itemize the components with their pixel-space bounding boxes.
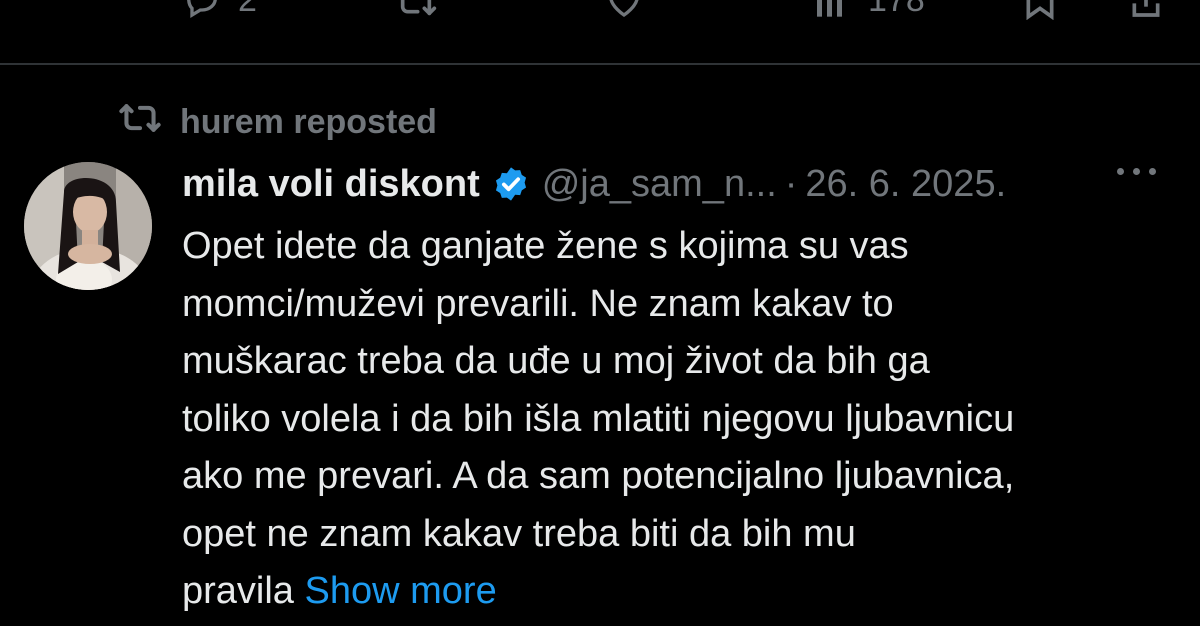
tweet-text-line: toliko volela i da bih išla mlatiti njeg… bbox=[182, 397, 1015, 440]
tweet-date[interactable]: 26. 6. 2025. bbox=[805, 163, 1006, 206]
tweet-divider bbox=[0, 63, 1200, 65]
tweet-text-line: muškarac treba da uđe u moj život da bih… bbox=[182, 340, 930, 382]
bookmark-button[interactable] bbox=[1020, 0, 1060, 30]
repost-label: hurem reposted bbox=[180, 102, 437, 141]
reply-icon bbox=[182, 0, 222, 20]
user-handle[interactable]: @ja_sam_n... bbox=[542, 163, 777, 206]
tweet-text-line: ako me prevari. A da sam potencijalno lj… bbox=[182, 455, 1015, 497]
repost-button[interactable] bbox=[394, 0, 438, 30]
avatar-image bbox=[24, 162, 152, 290]
show-more-link[interactable]: Show more bbox=[305, 570, 497, 612]
more-icon[interactable] bbox=[1117, 168, 1156, 175]
tweet-text: Opet idete da ganjate žene s kojima su v… bbox=[182, 218, 1182, 621]
share-button[interactable] bbox=[1126, 0, 1166, 30]
bookmark-icon bbox=[1020, 0, 1060, 20]
reply-count: 2 bbox=[238, 0, 257, 20]
like-button[interactable] bbox=[604, 0, 644, 30]
views-count: 178 bbox=[868, 0, 925, 20]
avatar[interactable] bbox=[24, 162, 152, 290]
tweet-text-last-line: pravila Show more bbox=[182, 563, 1182, 621]
repost-icon bbox=[118, 101, 180, 144]
previous-tweet-action-bar: 2 178 bbox=[0, 0, 1200, 30]
tweet-text-line: opet ne znam kakav treba biti da bih mu bbox=[182, 512, 856, 555]
views-button[interactable]: 178 bbox=[812, 0, 925, 30]
verified-badge-icon[interactable] bbox=[492, 165, 530, 203]
tweet-header: mila voli diskont @ja_sam_n... · 26. 6. … bbox=[182, 158, 1182, 210]
repost-indicator[interactable]: hurem reposted bbox=[118, 100, 437, 144]
display-name[interactable]: mila voli diskont bbox=[182, 163, 480, 206]
tweet-text-line: momci/muževi prevarili. Ne znam kakav to bbox=[182, 282, 894, 325]
repost-icon bbox=[394, 0, 438, 20]
heart-icon bbox=[604, 0, 644, 20]
tweet-text-line: Opet idete da ganjate žene s kojima su v… bbox=[182, 225, 909, 267]
tweet-text-line: pravila bbox=[182, 570, 294, 612]
views-icon bbox=[812, 0, 852, 20]
share-icon bbox=[1126, 0, 1166, 20]
reply-button[interactable]: 2 bbox=[182, 0, 257, 30]
separator-dot: · bbox=[784, 162, 798, 205]
